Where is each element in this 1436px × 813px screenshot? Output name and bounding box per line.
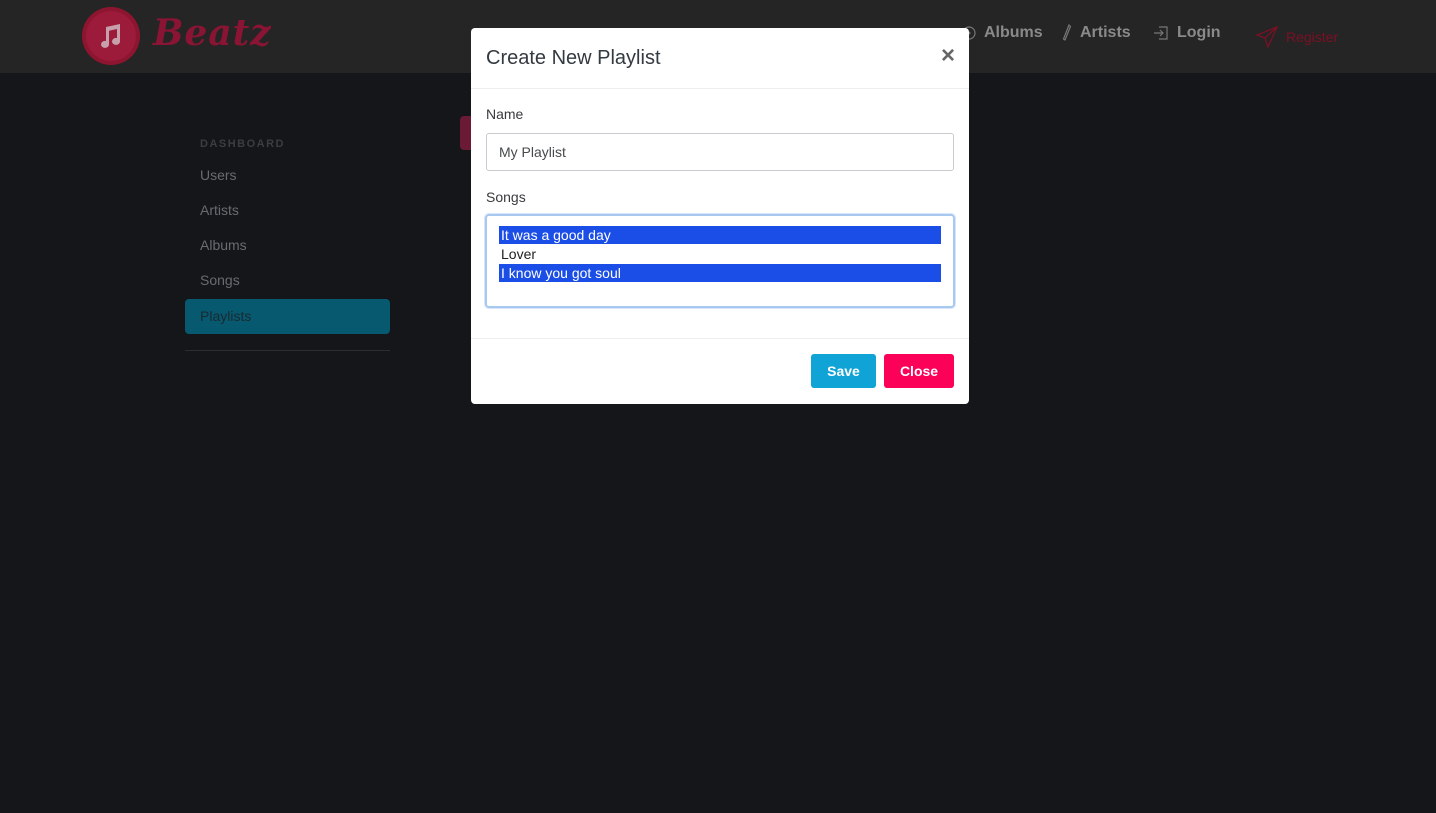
brand-logo-text[interactable]: Beatz bbox=[153, 12, 272, 54]
close-button[interactable]: Close bbox=[884, 354, 954, 388]
sidebar-item-songs[interactable]: Songs bbox=[185, 263, 390, 298]
logo-icon[interactable] bbox=[82, 7, 140, 65]
sidebar-heading: DASHBOARD bbox=[200, 138, 285, 150]
music-note-icon bbox=[101, 24, 121, 48]
nav-register[interactable]: Register bbox=[1256, 26, 1338, 48]
nav-albums-label: Albums bbox=[984, 24, 1043, 41]
song-option[interactable]: It was a good day bbox=[499, 226, 941, 244]
name-label: Name bbox=[486, 106, 524, 122]
close-icon[interactable]: × bbox=[941, 44, 955, 68]
nav-register-label: Register bbox=[1286, 29, 1339, 45]
sidebar-item-artists[interactable]: Artists bbox=[185, 193, 390, 228]
login-icon bbox=[1154, 26, 1168, 40]
sidebar-divider bbox=[185, 350, 390, 351]
sidebar-item-playlists[interactable]: Playlists bbox=[185, 299, 390, 334]
modal-header: Create New Playlist × bbox=[471, 28, 969, 89]
sidebar-item-users[interactable]: Users bbox=[185, 158, 390, 193]
paper-plane-icon bbox=[1256, 26, 1278, 48]
nav-albums[interactable]: Albums bbox=[962, 24, 1043, 42]
save-button[interactable]: Save bbox=[811, 354, 876, 388]
songs-label: Songs bbox=[486, 189, 526, 205]
playlist-name-input[interactable] bbox=[486, 133, 954, 171]
create-playlist-modal: Create New Playlist × Name Songs It was … bbox=[471, 28, 969, 404]
song-option[interactable]: I know you got soul bbox=[499, 264, 941, 282]
microphone-icon bbox=[1062, 24, 1072, 41]
sidebar-item-albums[interactable]: Albums bbox=[185, 228, 390, 263]
songs-multiselect[interactable]: It was a good day Lover I know you got s… bbox=[485, 214, 955, 308]
modal-title: Create New Playlist bbox=[486, 47, 661, 69]
nav-artists[interactable]: Artists bbox=[1062, 24, 1131, 42]
nav-artists-label: Artists bbox=[1080, 24, 1131, 41]
nav-login[interactable]: Login bbox=[1153, 24, 1221, 42]
nav-login-label: Login bbox=[1177, 24, 1221, 41]
song-option[interactable]: Lover bbox=[499, 245, 941, 263]
modal-footer-divider bbox=[471, 338, 969, 339]
